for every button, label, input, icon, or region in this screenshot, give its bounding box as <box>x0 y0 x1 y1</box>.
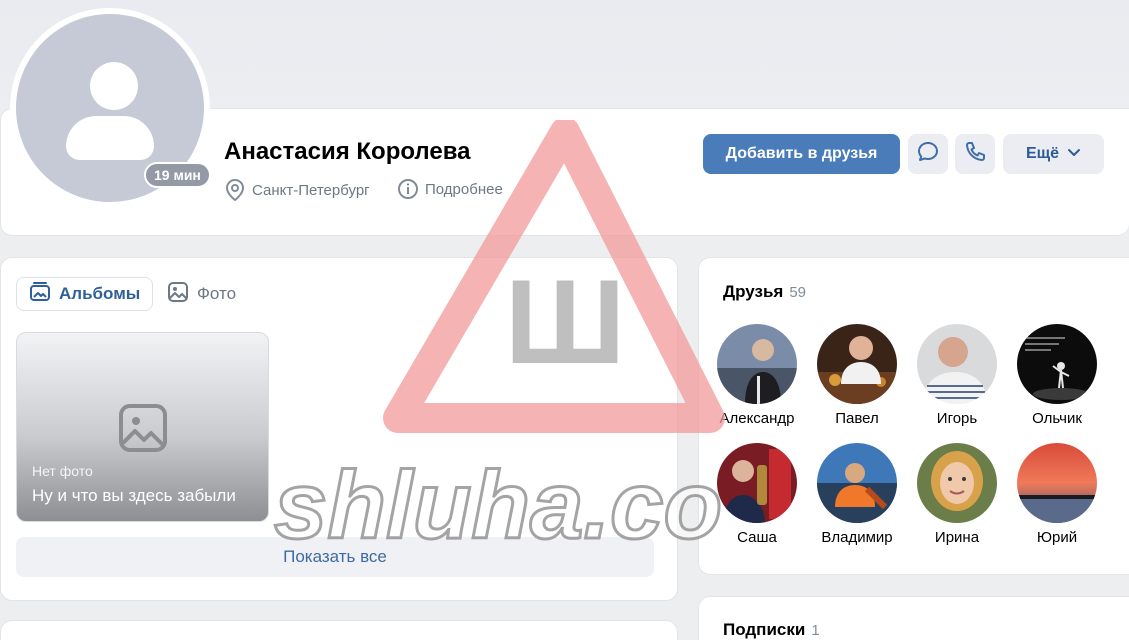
photos-card: Альбомы Фото Нет фото Ну и что вы здесь … <box>0 257 678 601</box>
friend-avatar <box>817 443 897 523</box>
call-button[interactable] <box>955 134 995 174</box>
friend-avatar <box>717 443 797 523</box>
subscriptions-header[interactable]: Подписки 1 <box>723 620 820 640</box>
friend-avatar <box>917 443 997 523</box>
tab-photo[interactable]: Фото <box>155 277 248 311</box>
chevron-down-icon <box>1067 145 1081 163</box>
friend-item[interactable]: Саша <box>717 443 797 546</box>
friends-card: Друзья 59 Александр Павел Игорь Ольчик С… <box>698 257 1129 575</box>
friend-name: Саша <box>737 529 777 546</box>
album-title: Ну и что вы здесь забыли <box>32 486 236 505</box>
friend-name: Павел <box>835 410 879 427</box>
details-label: Подробнее <box>425 180 503 198</box>
albums-icon <box>29 281 51 308</box>
friend-name: Ольчик <box>1032 410 1082 427</box>
chat-bubble-icon <box>916 140 940 169</box>
avatar-head-shape <box>90 62 138 110</box>
subscriptions-title: Подписки <box>723 620 806 639</box>
show-all-button[interactable]: Показать все <box>16 537 654 577</box>
friend-avatar <box>1017 443 1097 523</box>
friend-name: Владимир <box>821 529 893 546</box>
add-friend-button[interactable]: Добавить в друзья <box>703 134 900 174</box>
profile-city: Санкт-Петербург <box>224 178 370 202</box>
friend-item[interactable]: Ирина <box>917 443 997 546</box>
friend-item[interactable]: Игорь <box>917 324 997 427</box>
friend-name: Ирина <box>934 529 980 546</box>
friend-item[interactable]: Павел <box>817 324 897 427</box>
phone-icon <box>963 140 987 169</box>
profile-details-link[interactable]: Подробнее <box>397 178 503 200</box>
friend-item[interactable]: Александр <box>717 324 797 427</box>
image-placeholder-icon <box>118 403 168 458</box>
subscriptions-card: Подписки 1 <box>698 596 1129 640</box>
friend-name: Александр <box>719 410 795 427</box>
friend-item[interactable]: Владимир <box>817 443 897 546</box>
friend-avatar <box>917 324 997 404</box>
album-subtitle: Нет фото <box>32 463 93 479</box>
tab-albums-label: Альбомы <box>59 284 141 303</box>
friend-item[interactable]: Юрий <box>1017 443 1097 546</box>
photo-icon <box>167 281 189 308</box>
tab-photo-label: Фото <box>197 284 237 303</box>
friend-name: Игорь <box>936 410 978 427</box>
friend-avatar <box>817 324 897 404</box>
subscriptions-count: 1 <box>811 622 820 639</box>
album-tile[interactable]: Нет фото Ну и что вы здесь забыли <box>16 332 269 522</box>
avatar-body-shape <box>66 116 154 160</box>
friends-header[interactable]: Друзья 59 <box>723 282 806 302</box>
friends-grid: Александр Павел Игорь Ольчик Саша Владим… <box>717 324 1117 546</box>
friend-avatar <box>717 324 797 404</box>
bottom-card <box>0 620 678 640</box>
info-icon <box>397 178 419 200</box>
city-label: Санкт-Петербург <box>252 181 370 199</box>
friend-item[interactable]: Ольчик <box>1017 324 1097 427</box>
location-pin-icon <box>224 178 246 202</box>
profile-name: Анастасия Королева <box>224 138 471 165</box>
friend-name: Юрий <box>1036 529 1078 546</box>
more-actions-button[interactable]: Ещё <box>1003 134 1104 174</box>
last-seen-badge: 19 мин <box>144 162 211 188</box>
friends-count: 59 <box>789 284 807 301</box>
friends-title: Друзья <box>723 282 784 301</box>
more-label: Ещё <box>1025 145 1060 162</box>
tab-albums[interactable]: Альбомы <box>16 277 154 311</box>
message-button[interactable] <box>908 134 948 174</box>
friend-avatar <box>1017 324 1097 404</box>
